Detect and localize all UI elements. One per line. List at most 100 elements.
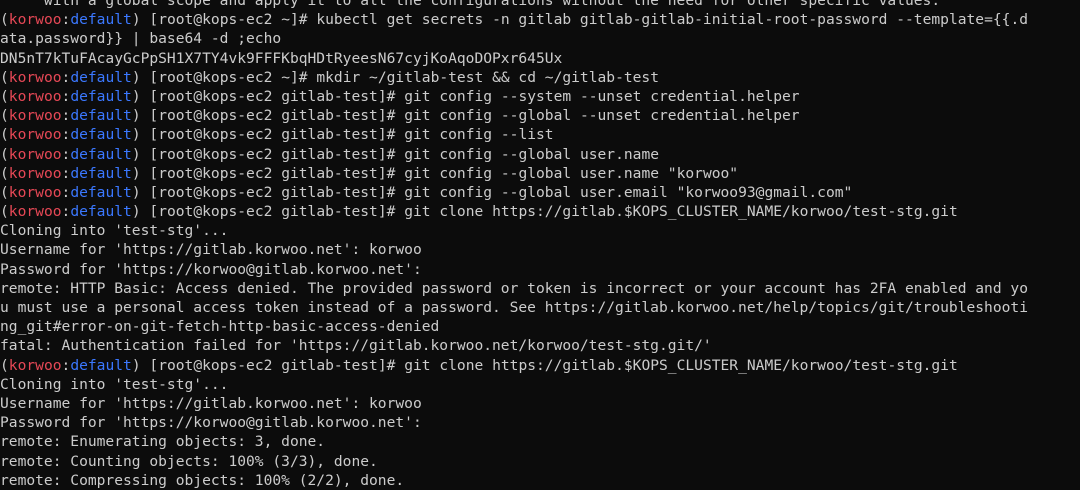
- output-line: Cloning into 'test-stg'...: [0, 375, 1080, 394]
- shell-prompt: [root@kops-ec2 gitlab-test]#: [149, 203, 405, 221]
- prompt-line: (korwoo:default) [root@kops-ec2 gitlab-t…: [0, 183, 1080, 202]
- context-namespace: default: [70, 87, 132, 105]
- context-close-paren: ): [131, 203, 150, 221]
- output-text: with a global scope and apply it to all …: [0, 0, 941, 9]
- context-colon: :: [61, 68, 71, 86]
- context-colon: :: [61, 203, 71, 221]
- context-colon: :: [61, 145, 71, 163]
- context-namespace: default: [70, 145, 132, 163]
- context-close-paren: ): [131, 68, 150, 86]
- shell-prompt: [root@kops-ec2 gitlab-test]#: [149, 107, 405, 125]
- command-text: git config --global --unset credential.h…: [404, 107, 800, 125]
- context-colon: :: [61, 11, 71, 29]
- command-text: git clone https://gitlab.$KOPS_CLUSTER_N…: [404, 356, 958, 374]
- output-text: remote: Enumerating objects: 3, done.: [0, 433, 326, 451]
- output-line: Password for 'https://korwoo@gitlab.korw…: [0, 413, 1080, 432]
- context-colon: :: [61, 87, 71, 105]
- output-text: Password for 'https://korwoo@gitlab.korw…: [0, 414, 422, 432]
- prompt-line: (korwoo:default) [root@kops-ec2 gitlab-t…: [0, 164, 1080, 183]
- output-line: remote: Compressing objects: 100% (2/2),…: [0, 471, 1080, 490]
- context-user: korwoo: [8, 11, 62, 29]
- context-namespace: default: [70, 126, 132, 144]
- output-text: fatal: Authentication failed for 'https:…: [0, 337, 712, 355]
- shell-prompt: [root@kops-ec2 ~]#: [149, 68, 317, 86]
- prompt-line: (korwoo:default) [root@kops-ec2 gitlab-t…: [0, 87, 1080, 106]
- context-open-paren: (: [0, 164, 9, 182]
- context-namespace: default: [70, 356, 132, 374]
- output-text: Username for 'https://gitlab.korwoo.net'…: [0, 241, 422, 259]
- output-text: ng_git#error-on-git-fetch-http-basic-acc…: [0, 318, 440, 336]
- context-colon: :: [61, 126, 71, 144]
- prompt-line: (korwoo:default) [root@kops-ec2 ~]# kube…: [0, 10, 1080, 29]
- output-line: DN5nT7kTuFAcayGcPpSH1X7TY4vk9FFFKbqHDtRy…: [0, 49, 1080, 68]
- output-text: DN5nT7kTuFAcayGcPpSH1X7TY4vk9FFFKbqHDtRy…: [0, 49, 563, 67]
- output-text: Password for 'https://korwoo@gitlab.korw…: [0, 260, 422, 278]
- context-open-paren: (: [0, 356, 9, 374]
- shell-prompt: [root@kops-ec2 gitlab-test]#: [149, 356, 405, 374]
- output-line: ata.password}} | base64 -d ;echo: [0, 29, 1080, 48]
- context-open-paren: (: [0, 145, 9, 163]
- context-namespace: default: [70, 164, 132, 182]
- command-text: git clone https://gitlab.$KOPS_CLUSTER_N…: [404, 203, 958, 221]
- context-namespace: default: [70, 68, 132, 86]
- command-text: mkdir ~/gitlab-test && cd ~/gitlab-test: [316, 68, 660, 86]
- shell-prompt: [root@kops-ec2 gitlab-test]#: [149, 87, 405, 105]
- output-text: Username for 'https://gitlab.korwoo.net'…: [0, 394, 422, 412]
- context-colon: :: [61, 183, 71, 201]
- context-close-paren: ): [131, 107, 150, 125]
- context-user: korwoo: [8, 203, 62, 221]
- context-open-paren: (: [0, 183, 9, 201]
- context-colon: :: [61, 107, 71, 125]
- prompt-line: (korwoo:default) [root@kops-ec2 ~]# mkdi…: [0, 68, 1080, 87]
- output-line: Username for 'https://gitlab.korwoo.net'…: [0, 394, 1080, 413]
- output-text: ata.password}} | base64 -d ;echo: [0, 30, 282, 48]
- prompt-line: (korwoo:default) [root@kops-ec2 gitlab-t…: [0, 145, 1080, 164]
- output-line: Password for 'https://korwoo@gitlab.korw…: [0, 260, 1080, 279]
- context-colon: :: [61, 356, 71, 374]
- context-open-paren: (: [0, 107, 9, 125]
- terminal-output[interactable]: with a global scope and apply it to all …: [0, 0, 1080, 490]
- output-text: Cloning into 'test-stg'...: [0, 222, 229, 240]
- context-user: korwoo: [8, 145, 62, 163]
- context-close-paren: ): [131, 183, 150, 201]
- output-text: Cloning into 'test-stg'...: [0, 375, 229, 393]
- output-line: Username for 'https://gitlab.korwoo.net'…: [0, 240, 1080, 259]
- output-text: u must use a personal access token inste…: [0, 299, 1028, 316]
- output-line: with a global scope and apply it to all …: [0, 0, 1080, 10]
- output-line: ng_git#error-on-git-fetch-http-basic-acc…: [0, 317, 1080, 336]
- shell-prompt: [root@kops-ec2 gitlab-test]#: [149, 145, 405, 163]
- context-open-paren: (: [0, 87, 9, 105]
- output-text: remote: Compressing objects: 100% (2/2),…: [0, 471, 405, 489]
- output-line: remote: Enumerating objects: 3, done.: [0, 432, 1080, 451]
- context-open-paren: (: [0, 68, 9, 86]
- prompt-line: (korwoo:default) [root@kops-ec2 gitlab-t…: [0, 202, 1080, 221]
- context-user: korwoo: [8, 164, 62, 182]
- output-line: remote: Counting objects: 100% (3/3), do…: [0, 452, 1080, 471]
- context-close-paren: ): [131, 87, 150, 105]
- command-text: git config --global user.name "korwoo": [404, 164, 739, 182]
- context-colon: :: [61, 164, 71, 182]
- context-open-paren: (: [0, 11, 9, 29]
- context-open-paren: (: [0, 126, 9, 144]
- context-close-paren: ): [131, 145, 150, 163]
- context-namespace: default: [70, 203, 132, 221]
- context-close-paren: ): [131, 126, 150, 144]
- context-open-paren: (: [0, 203, 9, 221]
- context-namespace: default: [70, 183, 132, 201]
- output-text: remote: HTTP Basic: Access denied. The p…: [0, 279, 1028, 297]
- shell-prompt: [root@kops-ec2 gitlab-test]#: [149, 183, 405, 201]
- shell-prompt: [root@kops-ec2 ~]#: [149, 11, 317, 29]
- context-namespace: default: [70, 11, 132, 29]
- command-text: git config --global user.name: [404, 145, 660, 163]
- prompt-line: (korwoo:default) [root@kops-ec2 gitlab-t…: [0, 356, 1080, 375]
- shell-prompt: [root@kops-ec2 gitlab-test]#: [149, 164, 405, 182]
- shell-prompt: [root@kops-ec2 gitlab-test]#: [149, 126, 405, 144]
- context-user: korwoo: [8, 183, 62, 201]
- context-user: korwoo: [8, 126, 62, 144]
- output-line: Cloning into 'test-stg'...: [0, 221, 1080, 240]
- output-text: remote: Counting objects: 100% (3/3), do…: [0, 452, 378, 470]
- context-user: korwoo: [8, 68, 62, 86]
- context-close-paren: ): [131, 356, 150, 374]
- command-text: git config --global user.email "korwoo93…: [404, 183, 853, 201]
- output-line: remote: HTTP Basic: Access denied. The p…: [0, 279, 1080, 298]
